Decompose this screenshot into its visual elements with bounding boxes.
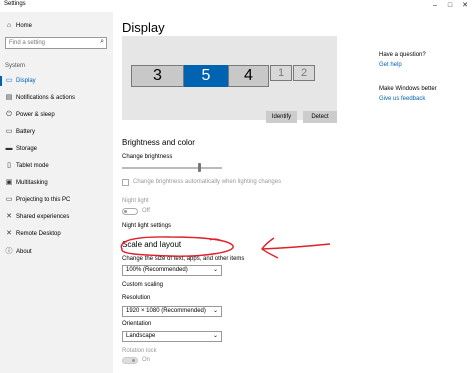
brightness-heading: Brightness and color bbox=[122, 138, 195, 147]
night-light-label: Night light bbox=[122, 198, 149, 204]
sidebar-item-remote-desktop[interactable]: ✕ Remote Desktop bbox=[0, 227, 113, 241]
sidebar-item-label: Home bbox=[16, 23, 33, 29]
chevron-down-icon: ⌄ bbox=[212, 333, 218, 339]
sidebar-item-display[interactable]: ▭ Display bbox=[0, 74, 113, 88]
sidebar-item-label: Tablet mode bbox=[16, 163, 49, 169]
monitor-2[interactable]: 2 bbox=[293, 65, 315, 81]
rotation-lock-state: On bbox=[142, 357, 151, 363]
tablet-icon: ▯ bbox=[7, 162, 11, 169]
page-title: Display bbox=[122, 20, 165, 35]
identify-button[interactable]: Identify bbox=[266, 111, 297, 123]
window-title: Settings bbox=[4, 1, 26, 7]
auto-brightness-checkbox[interactable] bbox=[122, 179, 129, 186]
resolution-label: Resolution bbox=[122, 295, 151, 301]
custom-scaling-link[interactable]: Custom scaling bbox=[122, 282, 163, 288]
display-arrangement: 3 5 4 1 2 bbox=[122, 36, 337, 120]
power-icon: ⏻ bbox=[6, 111, 12, 118]
night-light-settings-link[interactable]: Night light settings bbox=[122, 223, 171, 229]
give-feedback-link[interactable]: Give us feedback bbox=[379, 96, 425, 102]
info-icon: ⓘ bbox=[5, 248, 13, 255]
night-light-toggle[interactable] bbox=[122, 208, 138, 215]
rotation-lock-label: Rotation lock bbox=[122, 348, 157, 354]
sidebar-item-shared-experiences[interactable]: ✕ Shared experiences bbox=[0, 210, 113, 224]
orientation-label: Orientation bbox=[122, 321, 152, 327]
orientation-dropdown[interactable]: Landscape ⌄ bbox=[122, 331, 222, 342]
sidebar-section-label: System bbox=[5, 63, 26, 69]
notifications-icon: ▤ bbox=[5, 94, 13, 101]
sidebar-item-home[interactable]: ⌂ Home bbox=[0, 19, 113, 33]
main-content: Display 3 5 4 1 2 Identify Detect Bright… bbox=[113, 12, 474, 373]
multitasking-icon: ▣ bbox=[5, 179, 13, 186]
text-size-label: Change the size of text, apps, and other… bbox=[122, 256, 245, 262]
night-light-state: Off bbox=[142, 208, 150, 214]
toggle-knob bbox=[124, 210, 127, 213]
sidebar-item-power[interactable]: ⏻ Power & sleep bbox=[0, 108, 113, 122]
home-icon: ⌂ bbox=[6, 22, 12, 29]
sidebar-item-label: Shared experiences bbox=[16, 214, 70, 220]
monitor-3[interactable]: 3 bbox=[131, 65, 184, 87]
sidebar-item-label: Remote Desktop bbox=[16, 231, 61, 237]
sidebar-item-label: Display bbox=[16, 78, 36, 84]
battery-icon: ▭ bbox=[5, 128, 13, 135]
text-size-dropdown[interactable]: 100% (Recommended) ⌄ bbox=[122, 265, 222, 276]
search-placeholder: Find a setting bbox=[9, 40, 46, 46]
toggle-knob bbox=[132, 359, 135, 362]
text-size-value: 100% (Recommended) bbox=[126, 267, 188, 273]
sidebar-item-label: Multitasking bbox=[16, 180, 48, 186]
projecting-icon: ▭ bbox=[5, 196, 13, 203]
chevron-down-icon: ⌄ bbox=[212, 267, 218, 273]
sidebar-item-label: Storage bbox=[16, 146, 38, 152]
brightness-slider-track[interactable] bbox=[122, 167, 222, 169]
sidebar-item-notifications[interactable]: ▤ Notifications & actions bbox=[0, 91, 113, 105]
scale-heading: Scale and layout bbox=[122, 240, 182, 249]
get-help-link[interactable]: Get help bbox=[379, 62, 402, 68]
rotation-lock-toggle[interactable] bbox=[122, 357, 138, 364]
sidebar-item-multitasking[interactable]: ▣ Multitasking bbox=[0, 176, 113, 190]
sidebar-item-about[interactable]: ⓘ About bbox=[0, 245, 113, 259]
minimize-button[interactable]: – bbox=[428, 0, 442, 12]
sidebar-item-label: Notifications & actions bbox=[16, 95, 76, 101]
shared-icon: ✕ bbox=[6, 213, 12, 220]
sidebar-item-label: Power & sleep bbox=[16, 112, 55, 118]
monitor-icon: ▭ bbox=[5, 77, 13, 84]
chevron-down-icon: ⌄ bbox=[212, 308, 218, 314]
detect-button[interactable]: Detect bbox=[303, 111, 337, 123]
sidebar-item-label: Projecting to this PC bbox=[16, 197, 71, 203]
help-question: Have a question? bbox=[379, 52, 426, 58]
sidebar-item-label: Battery bbox=[16, 129, 36, 135]
feedback-heading: Make Windows better bbox=[379, 86, 437, 92]
title-bar: Settings – □ ✕ bbox=[0, 0, 474, 12]
monitor-1[interactable]: 1 bbox=[270, 65, 292, 81]
storage-icon: ▬ bbox=[5, 145, 13, 152]
sidebar-item-tablet-mode[interactable]: ▯ Tablet mode bbox=[0, 159, 113, 173]
search-input[interactable]: Find a setting ⌕ bbox=[5, 37, 107, 49]
resolution-value: 1920 × 1080 (Recommended) bbox=[126, 308, 206, 314]
brightness-slider-thumb[interactable] bbox=[198, 163, 201, 172]
auto-brightness-label: Change brightness automatically when lig… bbox=[133, 179, 282, 185]
remote-desktop-icon: ✕ bbox=[6, 230, 12, 237]
sidebar-item-battery[interactable]: ▭ Battery bbox=[0, 125, 113, 139]
sidebar-item-projecting[interactable]: ▭ Projecting to this PC bbox=[0, 193, 113, 207]
search-icon: ⌕ bbox=[100, 38, 104, 45]
orientation-value: Landscape bbox=[126, 333, 156, 339]
close-button[interactable]: ✕ bbox=[458, 0, 472, 12]
monitor-4[interactable]: 4 bbox=[228, 65, 269, 87]
change-brightness-label: Change brightness bbox=[122, 154, 173, 160]
resolution-dropdown[interactable]: 1920 × 1080 (Recommended) ⌄ bbox=[122, 306, 222, 317]
maximize-button[interactable]: □ bbox=[443, 0, 457, 12]
sidebar-item-label: About bbox=[16, 249, 32, 255]
sidebar-item-storage[interactable]: ▬ Storage bbox=[0, 142, 113, 156]
monitor-5[interactable]: 5 bbox=[184, 65, 228, 87]
